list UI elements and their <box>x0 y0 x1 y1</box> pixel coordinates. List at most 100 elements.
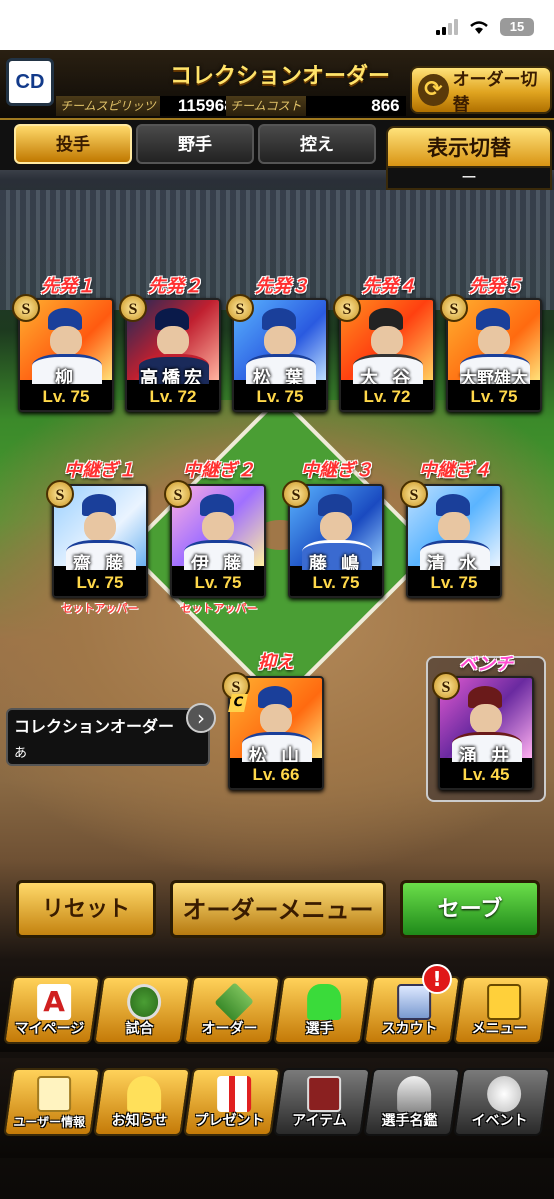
player-portrait <box>264 326 296 356</box>
wifi-icon <box>470 21 488 34</box>
player-book-icon <box>397 1076 432 1112</box>
player-portrait <box>470 704 502 734</box>
nav-label: オーダー <box>201 1021 258 1037</box>
nav-mypage[interactable]: A マイページ <box>3 976 101 1044</box>
rank-badge-icon: S <box>440 294 468 322</box>
nav-label: ユーザー情報 <box>13 1115 86 1129</box>
slot-label-closer: 抑え <box>258 652 294 673</box>
tab-pitcher[interactable]: 投手 <box>14 124 132 164</box>
user-info-icon <box>37 1076 72 1112</box>
player-level: Lv. 72 <box>341 384 433 410</box>
player-level: Lv. 75 <box>172 570 264 596</box>
display-toggle-button[interactable]: 表示切替 <box>386 126 552 168</box>
notification-badge: ! <box>422 964 452 994</box>
mypage-icon: A <box>37 984 72 1020</box>
sync-icon: ⟳ <box>418 74 449 106</box>
nav-user-info[interactable]: ユーザー情報 <box>3 1068 101 1136</box>
player-level: Lv. 72 <box>127 384 219 410</box>
player-level: Lv. 75 <box>290 570 382 596</box>
cellular-signal-icon <box>436 19 458 35</box>
slot-label-reliever-4: 中継ぎ４ <box>419 460 491 481</box>
tab-fielder[interactable]: 野手 <box>136 124 254 164</box>
rank-badge-icon: S <box>432 672 460 700</box>
order-switch-button[interactable]: ⟳ オーダー切替 <box>410 66 552 115</box>
order-switch-label: オーダー切替 <box>452 70 538 115</box>
order-field-icon <box>214 982 254 1022</box>
status-icons: 15 <box>436 18 534 36</box>
rank-badge-icon: S <box>226 294 254 322</box>
player-icon <box>307 984 342 1020</box>
team-logo: CD <box>6 58 54 106</box>
display-toggle-value: ー <box>386 168 552 190</box>
team-cost-label: チームコスト <box>226 96 306 116</box>
rank-badge-icon: S <box>282 480 310 508</box>
team-cost: チームコスト 866 <box>226 96 406 116</box>
player-portrait <box>260 704 292 734</box>
tab-reserve[interactable]: 控え <box>258 124 376 164</box>
player-portrait <box>320 512 352 542</box>
player-level: Lv. 75 <box>234 384 326 410</box>
nav-player-book[interactable]: 選手名鑑 <box>363 1068 461 1136</box>
nav-news[interactable]: お知らせ <box>93 1068 191 1136</box>
player-level: Lv. 75 <box>20 384 112 410</box>
status-time: 18:53 <box>40 18 97 43</box>
nav-present[interactable]: プレゼント <box>183 1068 281 1136</box>
page-title: コレクションオーダー <box>169 64 390 89</box>
battery-icon: 15 <box>500 18 534 36</box>
team-spirits: チームスピリッツ 115968 <box>56 96 240 116</box>
rank-badge-icon: S <box>333 294 361 322</box>
collection-order-value: あ <box>14 746 28 761</box>
stadium-icon <box>127 984 162 1020</box>
player-level: Lv. 75 <box>448 384 540 410</box>
news-icon <box>127 1076 162 1112</box>
slot-label-reliever-2: 中継ぎ２ <box>183 460 255 481</box>
chevron-right-icon[interactable]: › <box>186 703 216 733</box>
nav-label: 試合 <box>125 1021 154 1037</box>
present-icon <box>217 1076 252 1112</box>
nav-label: アイテム <box>292 1113 347 1129</box>
menu-icon <box>487 984 522 1020</box>
rank-badge-icon: S <box>400 480 428 508</box>
player-level: Lv. 75 <box>408 570 500 596</box>
nav-event[interactable]: イベント <box>453 1068 551 1136</box>
team-spirits-label: チームスピリッツ <box>56 96 160 116</box>
role-setup-1: セットアッパー <box>61 602 139 615</box>
nav-item[interactable]: アイテム <box>273 1068 371 1136</box>
nav-label: プレゼント <box>194 1113 265 1129</box>
player-portrait <box>84 512 116 542</box>
player-portrait <box>157 326 189 356</box>
nav-label: 選手 <box>305 1021 334 1037</box>
nav-label: 選手名鑑 <box>381 1113 438 1129</box>
player-portrait <box>50 326 82 356</box>
item-icon <box>307 1076 342 1112</box>
app-root: 18:53 15 CD コレクションオーダー チームスピリッツ 115968 チ… <box>0 0 554 1199</box>
order-menu-button[interactable]: オーダーメニュー <box>170 880 386 938</box>
nav-menu[interactable]: メニュー <box>453 976 551 1044</box>
nav-player[interactable]: 選手 <box>273 976 371 1044</box>
rank-badge-icon: S <box>119 294 147 322</box>
rank-badge-icon: S <box>164 480 192 508</box>
nav-label: スカウト <box>381 1021 438 1037</box>
nav-label: お知らせ <box>111 1113 168 1129</box>
player-portrait <box>438 512 470 542</box>
event-icon <box>487 1076 522 1112</box>
slot-label-reliever-3: 中継ぎ３ <box>301 460 373 481</box>
slot-label-reliever-1: 中継ぎ１ <box>64 460 136 481</box>
reset-button[interactable]: リセット <box>16 880 156 938</box>
player-portrait <box>202 512 234 542</box>
collection-order-title: コレクションオーダー <box>14 717 175 736</box>
player-level: Lv. 66 <box>230 762 322 788</box>
nav-game[interactable]: 試合 <box>93 976 191 1044</box>
nav-label: メニュー <box>471 1021 528 1037</box>
rank-badge-icon: S <box>46 480 74 508</box>
nav-label: イベント <box>471 1113 528 1129</box>
player-portrait <box>371 326 403 356</box>
team-cost-value: 866 <box>305 96 406 116</box>
player-portrait <box>478 326 510 356</box>
save-button[interactable]: セーブ <box>400 880 540 938</box>
player-level: Lv. 75 <box>54 570 146 596</box>
nav-order[interactable]: オーダー <box>183 976 281 1044</box>
role-setup-2: セットアッパー <box>180 602 258 615</box>
nav-label: マイページ <box>14 1021 85 1037</box>
player-level: Lv. 45 <box>440 762 532 788</box>
